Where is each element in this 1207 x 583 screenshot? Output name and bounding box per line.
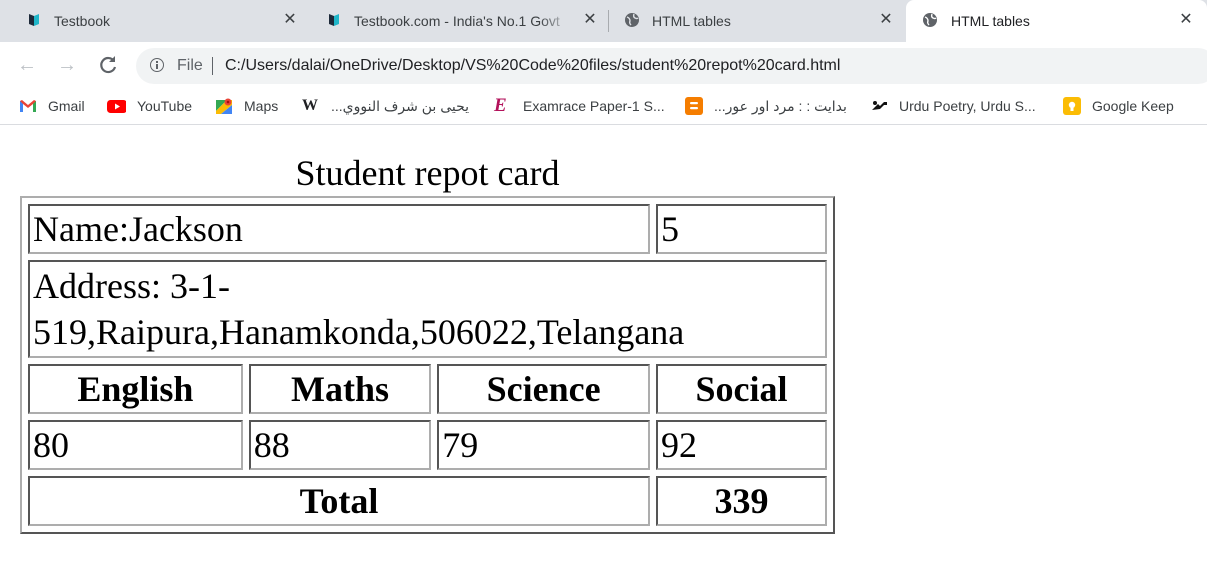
close-icon[interactable]: ✕ — [1176, 10, 1196, 30]
testbook-icon — [329, 14, 339, 26]
subject-header-maths: Maths — [248, 364, 432, 414]
bookmark-label: Examrace Paper-1 S... — [523, 98, 665, 114]
tab-html-tables-active[interactable]: HTML tables ✕ — [906, 0, 1207, 42]
browser-toolbar: ← → File C:/Users/dalai/OneDrive/Desktop… — [0, 42, 1207, 88]
address-cell: Address: 3-1-519,Raipura,Hanamkonda,5060… — [28, 260, 827, 358]
bookmark-google-keep[interactable]: Google Keep — [1063, 96, 1174, 116]
close-icon[interactable]: ✕ — [280, 10, 300, 30]
url-separator — [212, 57, 213, 75]
url-scheme: File — [177, 57, 203, 74]
bookmark-examrace[interactable]: E Examrace Paper-1 S... — [494, 96, 665, 116]
page-title: Student repot card — [295, 153, 560, 193]
total-label-cell: Total — [28, 476, 650, 526]
subject-header-english: English — [28, 364, 243, 414]
wikipedia-icon: W — [302, 97, 318, 114]
bookmark-label: Urdu Poetry, Urdu S... — [899, 98, 1036, 114]
table-row: Name:Jackson 5 — [28, 204, 827, 254]
tab-strip: Testbook ✕ Testbook.com - India's No.1 G… — [0, 0, 1207, 42]
bookmark-label: Maps — [244, 98, 279, 114]
tab-title: Testbook — [54, 13, 111, 29]
mark-science: 79 — [437, 420, 650, 470]
subject-header-science: Science — [437, 364, 650, 414]
bookmark-label: بدایت : : مرد اور عور... — [714, 97, 847, 114]
info-icon[interactable] — [150, 58, 164, 72]
table-row: Address: 3-1-519,Raipura,Hanamkonda,5060… — [28, 260, 827, 358]
bookmark-label: يحيى بن شرف النووي... — [331, 97, 470, 114]
globe-icon — [625, 13, 639, 27]
globe-icon — [923, 13, 937, 27]
close-icon[interactable]: ✕ — [876, 10, 896, 30]
bookmark-youtube[interactable]: YouTube — [106, 96, 192, 116]
tab-html-tables[interactable]: HTML tables ✕ — [608, 0, 904, 42]
table-header-row: English Maths Science Social — [28, 364, 827, 414]
gmail-icon — [20, 100, 36, 112]
bookmark-maps[interactable]: Maps — [215, 96, 278, 116]
bookmark-gmail[interactable]: Gmail — [19, 96, 85, 116]
student-name-cell: Name:Jackson — [28, 204, 650, 254]
bookmark-label: Google Keep — [1092, 98, 1174, 114]
subject-header-social: Social — [655, 364, 827, 414]
bookmark-label: YouTube — [137, 98, 193, 114]
tab-title: Testbook.com - India's No.1 Govt — [354, 13, 560, 29]
address-bar[interactable]: File C:/Users/dalai/OneDrive/Desktop/VS%… — [136, 48, 1207, 84]
back-arrow-icon[interactable]: ← — [15, 53, 39, 77]
total-value-cell: 339 — [655, 476, 827, 526]
tab-title: HTML tables — [951, 13, 1030, 29]
mark-maths: 88 — [248, 420, 432, 470]
report-card-table: Name:Jackson 5 Address: 3-1-519,Raipura,… — [20, 196, 835, 534]
blogger-icon — [685, 97, 703, 115]
url-text[interactable]: C:/Users/dalai/OneDrive/Desktop/VS%20Cod… — [225, 57, 840, 75]
bookmark-rekhta[interactable]: Urdu Poetry, Urdu S... — [870, 96, 1036, 116]
bookmark-wikipedia[interactable]: W يحيى بن شرف النووي... — [302, 96, 469, 116]
bookmark-label: Gmail — [48, 98, 85, 114]
page-content: Student repot card Name:Jackson 5 Addres… — [0, 125, 1207, 583]
bookmarks-bar: Gmail YouTube Maps W يحيى بن شرف النووي.… — [0, 88, 1207, 125]
bookmark-blogger[interactable]: بدایت : : مرد اور عور... — [685, 96, 847, 116]
rekhta-icon — [872, 101, 887, 110]
table-row: 80 88 79 92 — [28, 420, 827, 470]
mark-english: 80 — [28, 420, 243, 470]
reload-icon[interactable] — [96, 53, 120, 77]
mark-social: 92 — [655, 420, 827, 470]
table-row: Total 339 — [28, 476, 827, 526]
forward-arrow-icon[interactable]: → — [55, 53, 79, 77]
testbook-icon — [29, 14, 39, 26]
youtube-icon — [107, 100, 126, 113]
close-icon[interactable]: ✕ — [580, 10, 600, 30]
maps-icon — [216, 98, 232, 114]
examrace-icon: E — [494, 95, 507, 116]
tab-title: HTML tables — [652, 13, 731, 29]
tab-testbook-com[interactable]: Testbook.com - India's No.1 Govt ✕ — [308, 0, 608, 42]
tab-testbook[interactable]: Testbook ✕ — [0, 0, 310, 42]
keep-icon — [1063, 97, 1081, 115]
class-value-cell: 5 — [655, 204, 827, 254]
